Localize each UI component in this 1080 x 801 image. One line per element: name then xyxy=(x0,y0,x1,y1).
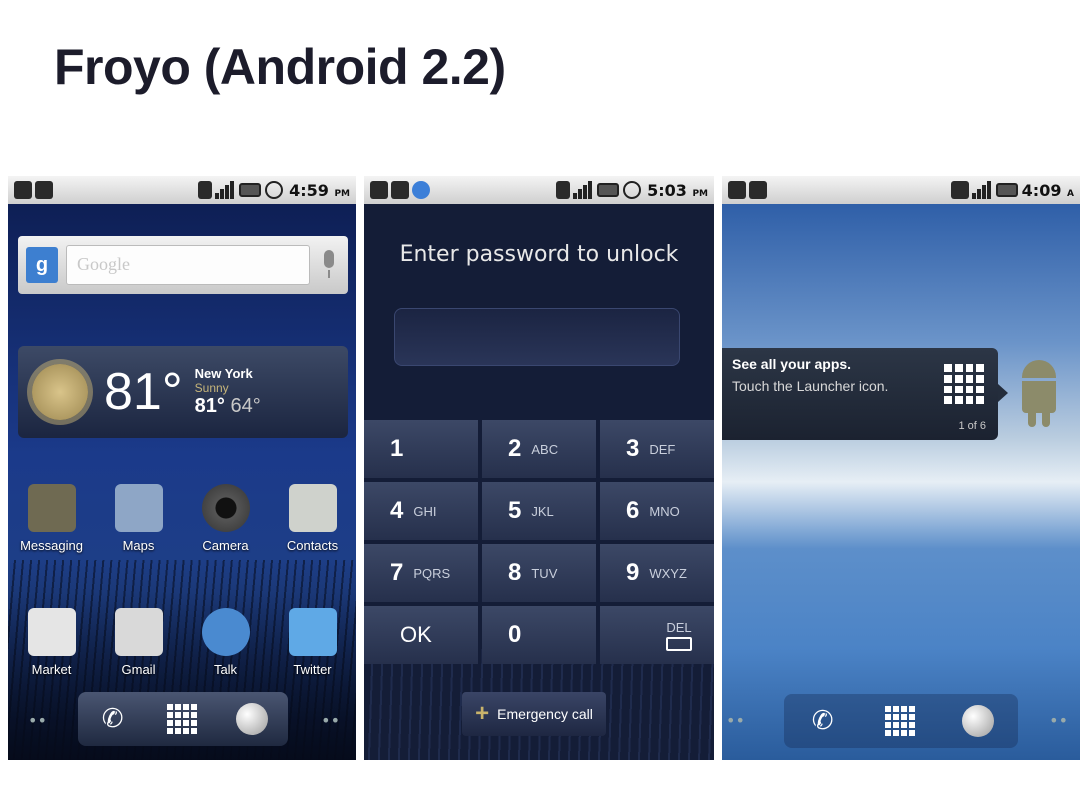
page-indicator-left: •• xyxy=(28,711,47,730)
sim-icon xyxy=(556,181,571,199)
notification-icon xyxy=(14,181,32,199)
app-contacts[interactable]: Contacts xyxy=(273,484,353,553)
browser-icon[interactable] xyxy=(962,705,995,737)
weather-city: New York xyxy=(194,366,253,381)
lock-screen: 5:03 PM Enter password to unlock 1 2 ABC … xyxy=(364,176,714,760)
phone-icon[interactable]: ✆ xyxy=(98,704,128,734)
key-2[interactable]: 2 ABC xyxy=(482,420,596,478)
app-twitter[interactable]: Twitter xyxy=(273,608,353,677)
dock: ✆ xyxy=(784,694,1018,748)
app-row-1: Messaging Maps Camera Contacts xyxy=(8,484,356,553)
camera-icon xyxy=(201,484,250,532)
key-0[interactable]: 0 xyxy=(482,606,596,664)
market-icon xyxy=(27,608,76,656)
app-camera[interactable]: Camera xyxy=(186,484,266,553)
password-field[interactable] xyxy=(394,308,680,366)
android-icon xyxy=(1018,360,1060,432)
key-8[interactable]: 8 TUV xyxy=(482,544,596,602)
alarm-icon xyxy=(265,181,284,199)
app-market[interactable]: Market xyxy=(12,608,92,677)
messaging-icon xyxy=(27,484,76,532)
usb-icon xyxy=(728,181,746,199)
status-bar: 4:09 A xyxy=(722,176,1080,204)
google-search-widget[interactable]: g Google xyxy=(18,236,348,294)
key-7[interactable]: 7 PQRS xyxy=(364,544,478,602)
sim-icon xyxy=(950,181,969,199)
launcher-grid-icon xyxy=(944,364,984,404)
launcher-tooltip[interactable]: See all your apps. Touch the Launcher ic… xyxy=(722,348,1008,440)
contacts-icon xyxy=(288,484,337,532)
status-time: 5:03 PM xyxy=(647,180,708,200)
launcher-tip-screen: 4:09 A See all your apps. Touch the Laun… xyxy=(722,176,1080,760)
key-5[interactable]: 5 JKL xyxy=(482,482,596,540)
launcher-icon[interactable] xyxy=(884,706,915,736)
talk-icon xyxy=(201,608,250,656)
signal-icon xyxy=(971,181,992,199)
plus-icon: + xyxy=(475,700,490,727)
page-indicator-left: •• xyxy=(726,711,745,730)
delete-button[interactable]: DEL xyxy=(600,606,714,664)
mic-icon[interactable] xyxy=(318,248,340,282)
app-row-2: Market Gmail Talk Twitter xyxy=(8,608,356,677)
key-4[interactable]: 4 GHI xyxy=(364,482,478,540)
notification-icon xyxy=(749,181,767,199)
lock-background: Enter password to unlock 1 2 ABC 3 DEF 4 GH… xyxy=(364,204,714,760)
status-bar: 4:59 PM xyxy=(8,176,356,204)
app-messaging[interactable]: Messaging xyxy=(12,484,92,553)
page-indicator-right: •• xyxy=(321,711,340,730)
key-6[interactable]: 6 MNO xyxy=(600,482,714,540)
app-gmail[interactable]: Gmail xyxy=(99,608,179,677)
sim-icon xyxy=(198,181,213,199)
slide-title: Froyo (Android 2.2) xyxy=(54,39,506,95)
battery-icon xyxy=(597,183,620,197)
weather-condition: Sunny xyxy=(194,381,229,395)
google-icon[interactable]: g xyxy=(26,247,58,283)
notification-icon xyxy=(370,181,388,199)
wallpaper xyxy=(722,204,1080,760)
tooltip-page: 1 of 6 xyxy=(958,420,986,432)
dock: ✆ xyxy=(78,692,288,746)
usb-icon xyxy=(35,181,53,199)
emergency-call-button[interactable]: + Emergency call xyxy=(462,692,606,736)
battery-icon xyxy=(995,183,1018,197)
phone-icon[interactable]: ✆ xyxy=(808,706,838,736)
search-input[interactable]: Google xyxy=(66,245,310,285)
ok-button[interactable]: OK xyxy=(364,606,478,664)
backspace-icon: DEL xyxy=(666,620,692,651)
browser-icon[interactable] xyxy=(236,703,269,735)
page-indicator-right: •• xyxy=(1049,711,1068,730)
key-1[interactable]: 1 xyxy=(364,420,478,478)
home-screen: 4:59 PM g Google 81° New York Sunny 81° … xyxy=(8,176,356,760)
launcher-icon[interactable] xyxy=(166,704,197,734)
alarm-icon xyxy=(623,181,642,199)
unlock-prompt: Enter password to unlock xyxy=(399,242,679,267)
app-maps[interactable]: Maps xyxy=(99,484,179,553)
key-9[interactable]: 9 WXYZ xyxy=(600,544,714,602)
signal-icon xyxy=(573,181,593,199)
app-talk[interactable]: Talk xyxy=(186,608,266,677)
usb-icon xyxy=(391,181,409,199)
current-temperature: 81° xyxy=(104,363,183,421)
sun-icon xyxy=(32,364,88,420)
twitter-icon xyxy=(288,608,337,656)
gmail-icon xyxy=(114,608,163,656)
signal-icon xyxy=(215,181,235,199)
maps-icon xyxy=(114,484,163,532)
status-bar: 5:03 PM xyxy=(364,176,714,204)
weather-widget[interactable]: 81° New York Sunny 81° 64° xyxy=(18,346,348,438)
battery-icon xyxy=(239,183,262,197)
status-time: 4:09 A xyxy=(1021,180,1074,200)
status-time: 4:59 PM xyxy=(289,180,350,200)
keypad: 1 2 ABC 3 DEF 4 GHI 5 JKL 6 MNO 7 PQRS 8 TUV 9W… xyxy=(364,420,714,664)
key-3[interactable]: 3 DEF xyxy=(600,420,714,478)
wifi-icon xyxy=(412,181,430,199)
weather-high-low: 81° 64° xyxy=(194,395,261,417)
